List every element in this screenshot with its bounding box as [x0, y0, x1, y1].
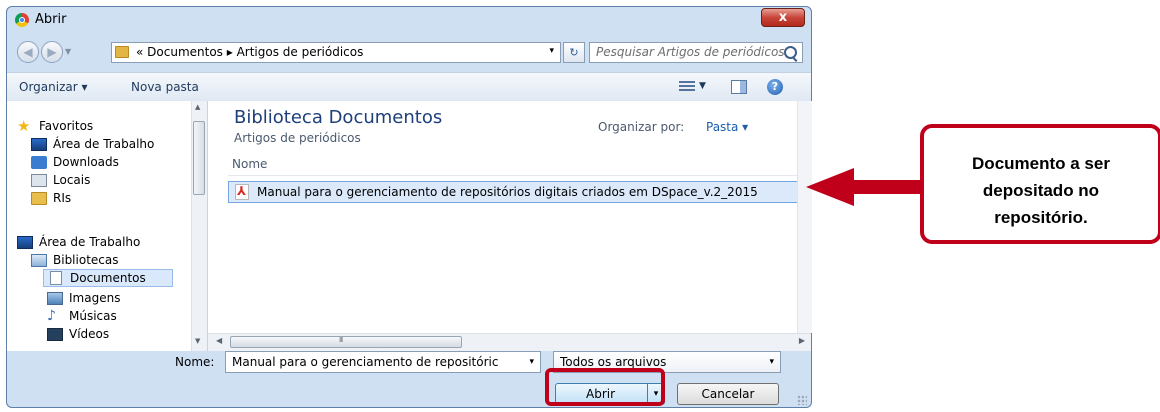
callout-line: repositório.: [994, 208, 1088, 227]
navigation-pane: ★ Favoritos Área de Trabalho Downloads L…: [7, 101, 208, 351]
search-input[interactable]: Pesquisar Artigos de periódicos: [589, 42, 803, 63]
refresh-button[interactable]: ↻: [563, 42, 585, 63]
filetype-value: Todos os arquivos: [560, 355, 667, 369]
close-button[interactable]: x: [761, 8, 805, 27]
callout-text: Documento a ser depositado no repositóri…: [924, 150, 1158, 231]
images-icon: [47, 291, 63, 305]
filename-label: Nome:: [175, 355, 215, 369]
nav-item-bibliotecas[interactable]: Bibliotecas: [31, 251, 118, 269]
callout-line: Documento a ser: [972, 154, 1110, 173]
organize-menu[interactable]: Organizar ▾: [19, 80, 88, 94]
toolbar: Organizar ▾ Nova pasta ▼ ?: [7, 72, 811, 102]
filename-field[interactable]: Manual para o gerenciamento de repositór…: [225, 351, 541, 373]
library-title: Biblioteca Documentos: [234, 107, 443, 128]
horizontal-scroll-thumb[interactable]: [230, 336, 462, 348]
nav-item-label: Músicas: [69, 309, 117, 323]
filename-value[interactable]: Manual para o gerenciamento de repositór…: [232, 355, 498, 369]
forward-button[interactable]: ▶: [41, 41, 63, 63]
scroll-left-icon[interactable]: ◀: [216, 336, 222, 345]
nav-item-favoritos[interactable]: ★ Favoritos: [17, 117, 93, 135]
chevron-down-icon[interactable]: ▾: [549, 46, 554, 56]
callout-line: depositado no: [982, 181, 1100, 200]
navigation-bar: ◀ ▶ ▼ « Documentos ▸ Artigos de periódic…: [7, 37, 811, 67]
chrome-icon: [15, 13, 29, 27]
nav-item-area-de-trabalho-root[interactable]: Área de Trabalho: [17, 233, 140, 251]
cancel-button[interactable]: Cancelar: [677, 383, 779, 405]
nav-item-downloads[interactable]: Downloads: [31, 153, 119, 171]
new-folder-button[interactable]: Nova pasta: [131, 80, 199, 94]
nav-item-label: Bibliotecas: [53, 253, 119, 267]
nav-item-ris[interactable]: RIs: [31, 189, 71, 207]
scroll-down-icon[interactable]: ▼: [195, 337, 200, 345]
scroll-right-icon[interactable]: ▶: [799, 336, 805, 345]
nav-item-label: Downloads: [53, 155, 119, 169]
file-name: Manual para o gerenciamento de repositór…: [257, 185, 758, 199]
music-icon: ♪: [47, 307, 56, 324]
nav-item-imagens[interactable]: Imagens: [47, 289, 120, 307]
chevron-down-icon[interactable]: ▾: [769, 357, 774, 367]
views-icon[interactable]: [679, 81, 695, 93]
nav-item-label: Locais: [53, 173, 91, 187]
open-file-dialog: Abrir x ◀ ▶ ▼ « Documentos ▸ Artigos de …: [6, 6, 812, 408]
nav-scroll-thumb[interactable]: [193, 121, 205, 195]
horizontal-scrollbar[interactable]: ◀ ▶: [208, 333, 811, 351]
views-chevron-icon[interactable]: ▼: [699, 81, 706, 91]
desktop-icon: [31, 137, 47, 151]
folder-icon: [115, 46, 129, 58]
chevron-down-icon[interactable]: ▾: [529, 357, 534, 367]
help-icon[interactable]: ?: [767, 79, 783, 95]
annotation-callout: Documento a ser depositado no repositóri…: [920, 124, 1160, 244]
nav-item-videos[interactable]: Vídeos: [47, 325, 109, 343]
back-button[interactable]: ◀: [17, 41, 39, 63]
resize-grip-icon[interactable]: [797, 395, 807, 405]
arrange-by-dropdown[interactable]: Pasta ▾: [706, 120, 748, 134]
file-row[interactable]: Manual para o gerenciamento de repositór…: [228, 181, 804, 203]
header-divider: [228, 175, 798, 176]
dialog-footer: Nome: Manual para o gerenciamento de rep…: [7, 351, 811, 407]
library-subtitle: Artigos de periódicos: [234, 131, 361, 145]
document-icon: [50, 271, 62, 285]
nav-item-locais[interactable]: Locais: [31, 171, 90, 189]
locais-icon: [31, 173, 47, 187]
title-bar: Abrir x: [7, 7, 811, 33]
window-title: Abrir: [35, 12, 67, 27]
desktop-icon: [17, 235, 33, 249]
nav-item-musicas[interactable]: ♪ Músicas: [47, 307, 117, 325]
star-icon: ★: [17, 116, 31, 135]
video-icon: [47, 327, 63, 341]
arrange-by-label: Organizar por:: [598, 120, 685, 134]
nav-scrollbar[interactable]: ▲ ▼: [191, 101, 207, 351]
nav-item-label: Documentos: [70, 271, 146, 285]
scroll-up-icon[interactable]: ▲: [195, 103, 200, 111]
annotation-arrow-icon: [806, 168, 854, 206]
preview-pane-icon[interactable]: [731, 80, 747, 94]
nav-item-documentos[interactable]: Documentos: [43, 269, 173, 287]
nav-item-label: Área de Trabalho: [39, 235, 141, 249]
nav-item-label: RIs: [53, 191, 72, 205]
library-icon: [31, 253, 47, 267]
nav-item-label: Imagens: [69, 291, 121, 305]
downloads-icon: [31, 155, 47, 169]
column-header-name[interactable]: Nome: [232, 157, 267, 171]
nav-item-label: Área de Trabalho: [53, 137, 155, 151]
address-bar[interactable]: « Documentos ▸ Artigos de periódicos ▾: [111, 42, 561, 63]
recent-pages-chevron-icon[interactable]: ▼: [65, 47, 71, 56]
pdf-icon: [235, 184, 249, 200]
annotation-arrow-shaft: [852, 180, 922, 194]
file-list-pane: Biblioteca Documentos Artigos de periódi…: [208, 101, 811, 333]
nav-item-label: Favoritos: [39, 119, 94, 133]
breadcrumb[interactable]: « Documentos ▸ Artigos de periódicos: [136, 45, 363, 59]
search-placeholder: Pesquisar Artigos de periódicos: [596, 45, 785, 59]
content-vertical-scrollbar[interactable]: [797, 101, 812, 333]
nav-item-label: Vídeos: [69, 327, 110, 341]
open-button-highlight: [545, 368, 665, 406]
nav-item-area-de-trabalho[interactable]: Área de Trabalho: [31, 135, 154, 153]
search-icon[interactable]: [784, 46, 797, 59]
folder-icon: [31, 191, 47, 205]
